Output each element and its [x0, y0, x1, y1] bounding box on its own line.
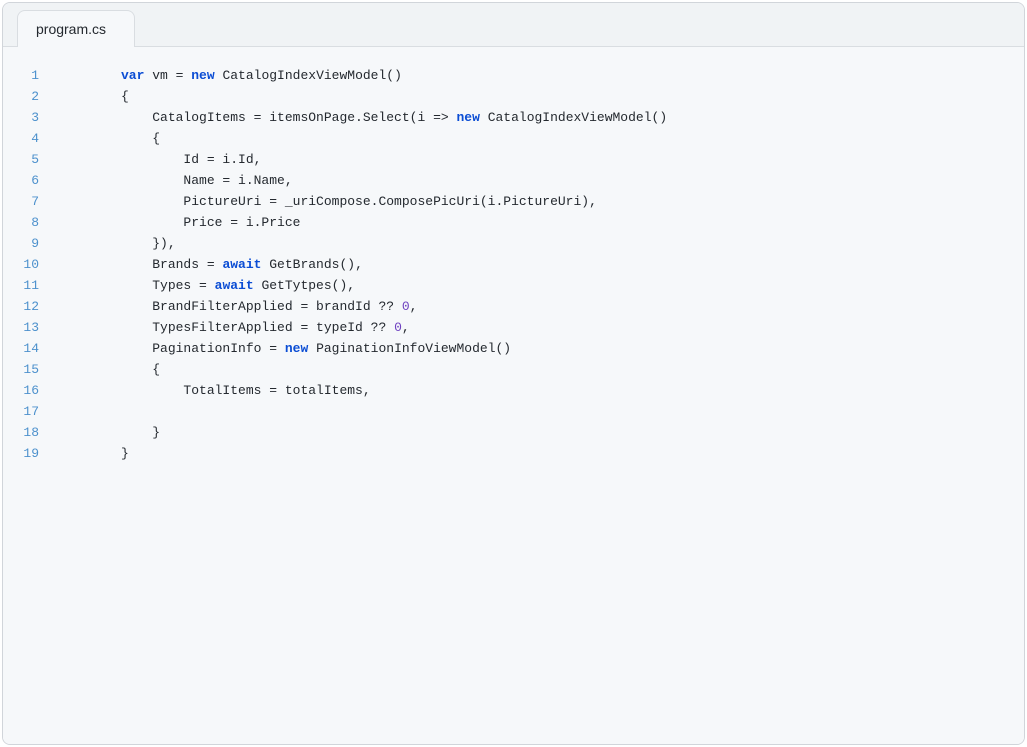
code-line[interactable]: {: [121, 359, 1024, 380]
code-token: new: [456, 110, 487, 125]
code-line[interactable]: CatalogItems = itemsOnPage.Select(i => n…: [121, 107, 1024, 128]
code-token: 0: [402, 299, 410, 314]
code-token: {: [152, 131, 160, 146]
editor-body: 12345678910111213141516171819 var vm = n…: [3, 47, 1024, 744]
code-token: ,: [410, 299, 418, 314]
line-number: 8: [3, 212, 39, 233]
tab-filename-label: program.cs: [36, 21, 106, 37]
line-number: 7: [3, 191, 39, 212]
code-token: GetBrands(),: [269, 257, 363, 272]
code-token: PaginationInfo =: [152, 341, 285, 356]
line-number: 5: [3, 149, 39, 170]
code-line[interactable]: PictureUri = _uriCompose.ComposePicUri(i…: [121, 191, 1024, 212]
line-number: 16: [3, 380, 39, 401]
line-number: 2: [3, 86, 39, 107]
line-number-gutter: 12345678910111213141516171819: [3, 65, 51, 744]
code-token: Name = i.Name,: [183, 173, 292, 188]
line-number: 19: [3, 443, 39, 464]
code-line[interactable]: }),: [121, 233, 1024, 254]
line-number: 12: [3, 296, 39, 317]
code-line[interactable]: }: [121, 443, 1024, 464]
code-editor-window: program.cs 12345678910111213141516171819…: [2, 2, 1025, 745]
code-line[interactable]: [121, 401, 1024, 422]
code-token: CatalogItems = itemsOnPage.Select(i =>: [152, 110, 456, 125]
line-number: 4: [3, 128, 39, 149]
code-token: Types =: [152, 278, 214, 293]
code-token: {: [152, 362, 160, 377]
line-number: 11: [3, 275, 39, 296]
code-token: vm =: [152, 68, 191, 83]
code-token: GetTytpes(),: [261, 278, 355, 293]
tab-bar: program.cs: [3, 3, 1024, 47]
code-token: CatalogIndexViewModel(): [222, 68, 401, 83]
code-line[interactable]: var vm = new CatalogIndexViewModel(): [121, 65, 1024, 86]
code-line[interactable]: PaginationInfo = new PaginationInfoViewM…: [121, 338, 1024, 359]
code-line[interactable]: Id = i.Id,: [121, 149, 1024, 170]
code-token: ,: [402, 320, 410, 335]
line-number: 6: [3, 170, 39, 191]
code-line[interactable]: Brands = await GetBrands(),: [121, 254, 1024, 275]
code-token: }: [121, 446, 129, 461]
code-token: new: [285, 341, 316, 356]
tab-file[interactable]: program.cs: [17, 10, 135, 47]
code-line[interactable]: }: [121, 422, 1024, 443]
code-token: {: [121, 89, 129, 104]
code-token: TotalItems = totalItems,: [183, 383, 370, 398]
code-token: 0: [394, 320, 402, 335]
code-line[interactable]: {: [121, 128, 1024, 149]
line-number: 13: [3, 317, 39, 338]
line-number: 17: [3, 401, 39, 422]
code-area[interactable]: var vm = new CatalogIndexViewModel() { Ca…: [51, 65, 1024, 744]
code-token: PaginationInfoViewModel(): [316, 341, 511, 356]
code-line[interactable]: Types = await GetTytpes(),: [121, 275, 1024, 296]
code-line[interactable]: {: [121, 86, 1024, 107]
code-token: PictureUri = _uriCompose.ComposePicUri(i…: [183, 194, 596, 209]
code-token: new: [191, 68, 222, 83]
code-token: Price = i.Price: [183, 215, 300, 230]
line-number: 1: [3, 65, 39, 86]
line-number: 9: [3, 233, 39, 254]
code-line[interactable]: Name = i.Name,: [121, 170, 1024, 191]
line-number: 10: [3, 254, 39, 275]
code-token: }: [152, 425, 160, 440]
code-token: BrandFilterApplied = brandId ??: [152, 299, 402, 314]
code-token: }),: [152, 236, 175, 251]
code-token: Brands =: [152, 257, 222, 272]
code-token: CatalogIndexViewModel(): [488, 110, 667, 125]
code-token: await: [215, 278, 262, 293]
code-token: await: [222, 257, 269, 272]
code-line[interactable]: TotalItems = totalItems,: [121, 380, 1024, 401]
code-token: TypesFilterApplied = typeId ??: [152, 320, 394, 335]
code-line[interactable]: TypesFilterApplied = typeId ?? 0,: [121, 317, 1024, 338]
line-number: 15: [3, 359, 39, 380]
code-line[interactable]: Price = i.Price: [121, 212, 1024, 233]
code-line[interactable]: BrandFilterApplied = brandId ?? 0,: [121, 296, 1024, 317]
line-number: 3: [3, 107, 39, 128]
line-number: 18: [3, 422, 39, 443]
code-token: var: [121, 68, 152, 83]
code-token: Id = i.Id,: [183, 152, 261, 167]
line-number: 14: [3, 338, 39, 359]
